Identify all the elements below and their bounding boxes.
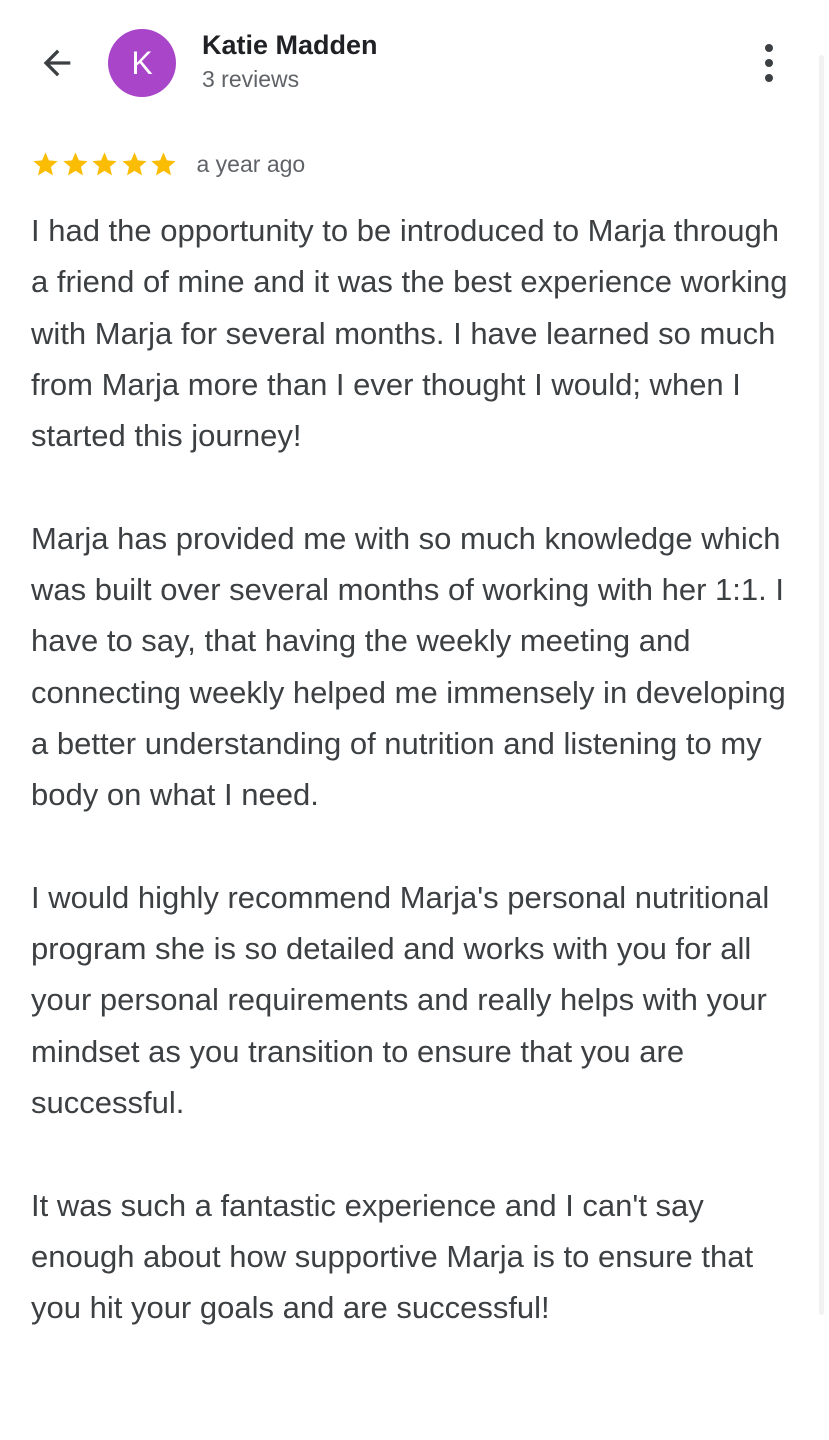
arrow-back-icon — [43, 49, 71, 77]
more-vert-icon — [765, 74, 773, 82]
review-count: 3 reviews — [202, 66, 300, 92]
scrollbar[interactable] — [819, 55, 824, 1315]
review-header: K Katie Madden 3 reviews — [0, 0, 829, 130]
reviewer-name[interactable]: Katie Madden — [202, 30, 378, 61]
review-paragraph: It was such a fantastic experience and I… — [31, 1187, 754, 1326]
more-vert-icon — [765, 44, 773, 52]
review-paragraph: I would highly recommend Marja's persona… — [31, 879, 770, 1121]
review-text: I had the opportunity to be introduced t… — [31, 205, 801, 1385]
star-icon — [92, 151, 117, 175]
star-icon — [121, 151, 147, 175]
rating-row: a year ago — [31, 146, 305, 182]
back-button[interactable] — [34, 40, 80, 86]
avatar-initial: K — [131, 44, 153, 81]
review-time: a year ago — [196, 150, 306, 177]
star-icon — [62, 151, 88, 175]
star-icon — [33, 151, 58, 175]
more-options-button[interactable] — [748, 40, 790, 86]
review-paragraph: I had the opportunity to be introduced t… — [31, 213, 788, 454]
avatar[interactable]: K — [108, 29, 176, 97]
review-paragraph: Marja has provided me with so much knowl… — [31, 520, 786, 813]
star-rating — [31, 150, 179, 179]
star-icon — [151, 151, 176, 175]
more-vert-icon — [765, 59, 773, 67]
